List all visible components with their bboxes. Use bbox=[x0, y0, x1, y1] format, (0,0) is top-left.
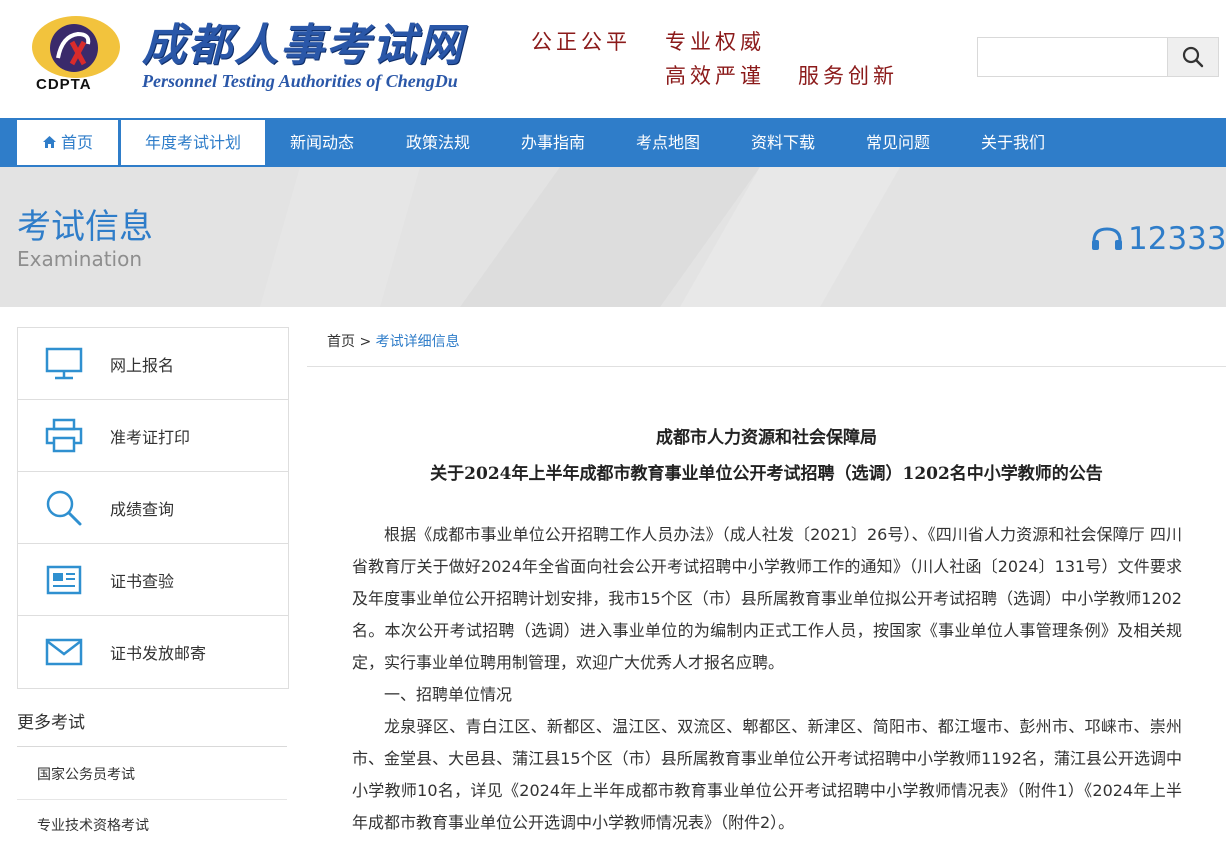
page-banner: 考试信息 Examination 12333 bbox=[0, 167, 1226, 307]
nav-exam-map[interactable]: 考点地图 bbox=[636, 118, 700, 167]
sidebar-menu: 网上报名 准考证打印 成绩查询 证书查验 证书发放邮寄 bbox=[17, 327, 289, 689]
article-title: 关于2024年上半年成都市教育事业单位公开考试招聘（选调）1202名中小学教师的… bbox=[430, 464, 1103, 484]
sidebar-item-label: 网上报名 bbox=[110, 355, 175, 375]
sidebar-item-label: 成绩查询 bbox=[110, 499, 175, 519]
home-icon bbox=[42, 136, 56, 148]
more-exam-link-civil-servant[interactable]: 国家公务员考试 bbox=[37, 766, 135, 784]
more-exam-link-professional[interactable]: 专业技术资格考试 bbox=[37, 817, 149, 835]
nav-home-label: 首页 bbox=[60, 133, 93, 152]
main-nav: 首页 年度考试计划 新闻动态 政策法规 办事指南 考点地图 资料下载 常见问题 … bbox=[0, 118, 1226, 167]
logo-title: 成都人事考试网 bbox=[142, 20, 464, 71]
logo-abbr: CDPTA bbox=[36, 76, 92, 93]
nav-guide[interactable]: 办事指南 bbox=[521, 118, 585, 167]
search-input[interactable] bbox=[978, 38, 1168, 76]
nav-downloads[interactable]: 资料下载 bbox=[751, 118, 815, 167]
article-body: 根据《成都市事业单位公开招聘工作人员办法》（成人社发〔2021〕26号）、《四川… bbox=[352, 519, 1182, 839]
printer-icon bbox=[45, 418, 83, 452]
nav-policy[interactable]: 政策法规 bbox=[406, 118, 470, 167]
article-section-heading: 一、招聘单位情况 bbox=[384, 685, 513, 704]
divider bbox=[17, 799, 287, 800]
slogan-professional: 专业权威 bbox=[665, 30, 765, 54]
sidebar-item-label: 证书查验 bbox=[110, 571, 175, 591]
more-exams-title: 更多考试 bbox=[17, 713, 85, 733]
logo-subtitle: Personnel Testing Authorities of ChengDu bbox=[142, 71, 458, 91]
article-paragraph: 龙泉驿区、青白江区、新都区、温江区、双流区、郫都区、新津区、简阳市、都江堰市、彭… bbox=[352, 717, 1182, 832]
slogan-fair: 公正公平 bbox=[531, 30, 631, 54]
headset-icon bbox=[1092, 227, 1122, 250]
sidebar-item-certificate-mailing[interactable]: 证书发放邮寄 bbox=[18, 616, 288, 688]
certificate-icon bbox=[46, 565, 82, 594]
article-paragraph: 根据《成都市事业单位公开招聘工作人员办法》（成人社发〔2021〕26号）、《四川… bbox=[352, 525, 1182, 672]
breadcrumb-separator: > bbox=[359, 334, 372, 350]
nav-annual-plan[interactable]: 年度考试计划 bbox=[121, 120, 265, 165]
banner-pattern bbox=[260, 167, 900, 307]
search-icon bbox=[46, 490, 82, 525]
article-title-issuer: 成都市人力资源和社会保障局 bbox=[656, 428, 877, 448]
sidebar-item-score-query[interactable]: 成绩查询 bbox=[18, 472, 288, 544]
search-button[interactable] bbox=[1167, 38, 1218, 76]
breadcrumb-current: 考试详细信息 bbox=[375, 334, 460, 350]
hotline-number: 12333 bbox=[1128, 221, 1226, 257]
sidebar-item-admission-ticket[interactable]: 准考证打印 bbox=[18, 400, 288, 472]
banner-title: 考试信息 bbox=[17, 207, 153, 247]
nav-home[interactable]: 首页 bbox=[17, 120, 118, 165]
slogan-service: 服务创新 bbox=[798, 64, 898, 88]
monitor-icon bbox=[45, 347, 83, 379]
nav-about[interactable]: 关于我们 bbox=[981, 118, 1045, 167]
slogan-efficient: 高效严谨 bbox=[665, 64, 765, 88]
breadcrumb-home[interactable]: 首页 bbox=[327, 334, 355, 350]
nav-faq[interactable]: 常见问题 bbox=[866, 118, 930, 167]
mail-icon bbox=[45, 638, 83, 666]
site-header: CDPTA 成都人事考试网 Personnel Testing Authorit… bbox=[0, 0, 1226, 118]
sidebar-item-certificate-check[interactable]: 证书查验 bbox=[18, 544, 288, 616]
nav-news[interactable]: 新闻动态 bbox=[290, 118, 354, 167]
sidebar-item-label: 准考证打印 bbox=[110, 427, 191, 447]
hotline: 12333 bbox=[1090, 219, 1226, 259]
site-logo[interactable]: CDPTA bbox=[28, 14, 124, 94]
sidebar-item-label: 证书发放邮寄 bbox=[110, 644, 207, 663]
breadcrumb: 首页 > 考试详细信息 bbox=[327, 333, 460, 351]
divider bbox=[307, 366, 1226, 367]
sidebar-item-online-registration[interactable]: 网上报名 bbox=[18, 328, 288, 400]
divider bbox=[17, 746, 287, 747]
search-box bbox=[977, 37, 1219, 77]
banner-subtitle: Examination bbox=[17, 247, 143, 271]
search-icon bbox=[1182, 46, 1204, 68]
